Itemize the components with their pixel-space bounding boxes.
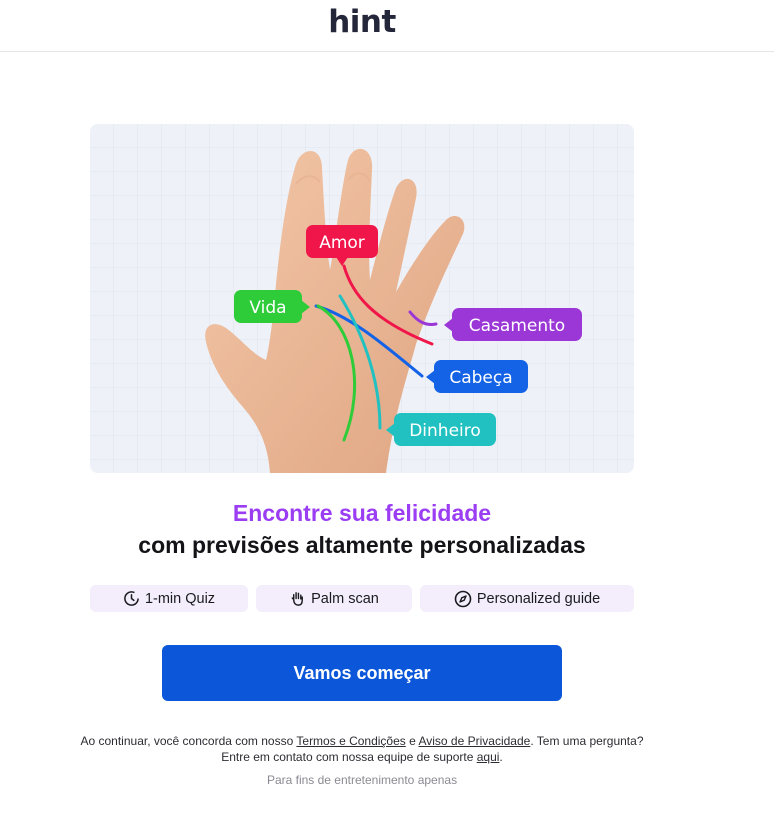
headline: Encontre sua felicidade com previsões al… [90,497,634,561]
legal-suffix: . [499,750,503,764]
svg-text:Cabeça: Cabeça [449,368,512,388]
legal-and: e [405,734,419,748]
top-header: hint [0,0,774,52]
start-button[interactable]: Vamos começar [162,645,562,701]
hint-logo[interactable]: hint [0,4,724,40]
hand-icon [291,592,304,606]
chip-guide: Personalized guide [420,585,634,612]
headline-accent: Encontre sua felicidade [232,500,492,526]
label-vida: Vida [234,290,310,323]
label-casamento: Casamento [444,308,582,341]
svg-text:Casamento: Casamento [469,316,565,336]
chip-quiz: 1-min Quiz [90,585,248,612]
headline-main: com previsões altamente personalizadas [138,532,586,558]
privacy-link[interactable]: Aviso de Privacidade [418,734,530,748]
legal-prefix: Ao continuar, você concorda com nosso [80,734,297,748]
chip-palm-scan-label: Palm scan [311,590,379,607]
support-link[interactable]: aqui [477,750,500,764]
compass-icon [454,590,472,607]
label-dinheiro: Dinheiro [386,413,496,446]
timer-icon [124,591,139,606]
entertainment-disclaimer: Para fins de entretenimento apenas [266,773,458,787]
svg-text:Amor: Amor [319,233,365,253]
svg-text:Vida: Vida [249,298,286,318]
label-cabeca: Cabeça [426,360,528,393]
terms-link[interactable]: Termos e Condições [296,734,405,748]
chip-guide-label: Personalized guide [476,590,601,607]
palm-illustration: Amor Vida Casamento Cabeça Dinheiro [90,124,634,473]
legal-text: Ao continuar, você concorda com nosso Te… [80,733,644,765]
svg-text:Dinheiro: Dinheiro [409,421,481,441]
chip-palm-scan: Palm scan [256,585,412,612]
feature-chips: 1-min Quiz Palm scan Personalized guide [90,585,634,612]
palm-hero-image: Amor Vida Casamento Cabeça Dinheiro [90,124,634,473]
chip-quiz-label: 1-min Quiz [144,590,216,607]
